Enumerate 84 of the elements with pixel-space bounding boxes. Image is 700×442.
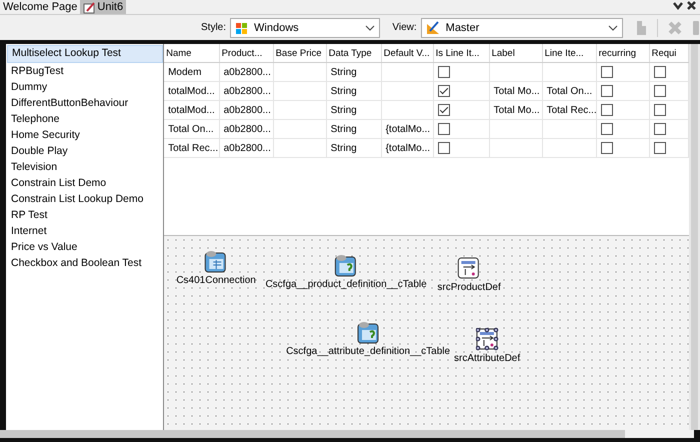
column-header[interactable]: Is Line It... <box>433 44 490 62</box>
caret-icon <box>608 24 618 30</box>
table-cell: Total On... <box>164 120 220 138</box>
table-cell: a0b2800... <box>219 82 274 100</box>
checkbox[interactable] <box>600 123 613 135</box>
view-label: View: <box>392 22 417 33</box>
table-cell: totalMod... <box>164 82 220 100</box>
checkbox[interactable] <box>600 142 613 154</box>
pencil-ruler-icon <box>426 20 440 34</box>
view-dropdown[interactable]: Master <box>420 18 623 38</box>
list-item[interactable]: Constrain List Demo <box>7 175 164 191</box>
component-label: Cs401Connection <box>176 275 256 286</box>
list-item[interactable]: Double Play <box>7 143 164 159</box>
data-source-icon[interactable] <box>458 257 481 280</box>
checkbox[interactable] <box>654 142 666 154</box>
checkbox[interactable] <box>654 85 666 97</box>
list-item[interactable]: Telephone <box>7 111 164 127</box>
table-cell: {totalMo... <box>381 138 434 158</box>
list-item[interactable]: Checkbox and Boolean Test <box>7 255 164 271</box>
list-item[interactable]: RPBugTest <box>7 63 164 79</box>
list-item[interactable]: Home Security <box>7 127 164 143</box>
table-cell: String <box>326 62 382 82</box>
checkbox[interactable] <box>438 142 450 154</box>
checkbox[interactable] <box>600 66 613 78</box>
page-icon <box>636 20 647 36</box>
column-header[interactable]: Label <box>489 44 542 62</box>
component-label: srcAttributeDef <box>454 353 520 364</box>
bar-icon <box>692 20 700 36</box>
list-item[interactable]: Television <box>7 159 164 175</box>
table-cell: a0b2800... <box>219 120 274 138</box>
pencil-page-icon <box>83 0 96 14</box>
close-icon <box>687 1 696 10</box>
component-label: Cscfga__attribute_definition__cTable <box>286 346 450 357</box>
checkbox[interactable] <box>654 123 666 135</box>
style-dropdown[interactable]: Windows <box>230 18 380 38</box>
style-label: Style: <box>201 22 226 33</box>
table-cell: Total Mo... <box>489 82 542 100</box>
list-item[interactable]: Internet <box>7 223 164 239</box>
table-cell: String <box>326 120 382 138</box>
delete-icon <box>668 20 682 34</box>
checkbox[interactable] <box>600 104 613 116</box>
table-cell: String <box>326 82 382 100</box>
data-table-icon[interactable] <box>334 254 358 277</box>
table-cell: totalMod... <box>164 100 220 120</box>
connection-icon[interactable] <box>204 250 228 273</box>
column-header[interactable]: Base Price <box>273 44 326 62</box>
checkbox[interactable] <box>438 123 450 135</box>
table-cell: Modem <box>164 62 220 82</box>
checkbox[interactable] <box>654 104 666 116</box>
column-header[interactable]: Line Ite... <box>542 44 596 62</box>
component-label: srcProductDef <box>437 282 501 293</box>
column-header[interactable]: Name <box>164 44 220 62</box>
tab[interactable]: Unit6 <box>80 0 126 14</box>
data-table-icon[interactable] <box>356 321 380 344</box>
table-cell: a0b2800... <box>219 100 274 120</box>
column-header[interactable]: Requi <box>649 44 688 62</box>
list-item[interactable]: Price vs Value <box>7 239 164 255</box>
column-header[interactable]: Default V... <box>381 44 434 62</box>
data-source-icon[interactable] <box>476 328 499 351</box>
list-item[interactable]: Multiselect Lookup Test <box>7 45 164 63</box>
checkbox[interactable] <box>438 104 450 116</box>
column-header[interactable]: Data Type <box>326 44 382 62</box>
component-label: Cscfga__product_definition__cTable <box>265 279 427 290</box>
table-cell: Total Mo... <box>489 100 542 120</box>
table-cell: {totalMo... <box>381 120 434 138</box>
table-cell: a0b2800... <box>219 62 274 82</box>
list-item[interactable]: Dummy <box>7 79 164 95</box>
column-header[interactable]: recurring <box>596 44 650 62</box>
column-header[interactable]: Product... <box>219 44 274 62</box>
windows-flag-icon <box>235 20 248 34</box>
list-item[interactable]: DifferentButtonBehaviour <box>7 95 164 111</box>
list-item[interactable]: Constrain List Lookup Demo <box>7 191 164 207</box>
table-cell: Total On... <box>542 82 596 100</box>
table-cell: Total Rec... <box>164 138 220 158</box>
caret-icon <box>365 24 376 30</box>
checkbox[interactable] <box>438 66 450 78</box>
checkbox[interactable] <box>438 85 450 97</box>
table-cell: a0b2800... <box>219 138 274 158</box>
checkbox[interactable] <box>654 66 666 78</box>
table-cell: String <box>326 100 382 120</box>
chevron-down-icon <box>673 1 683 10</box>
checkbox[interactable] <box>600 85 613 97</box>
list-item[interactable]: RP Test <box>7 207 164 223</box>
table-cell: String <box>326 138 382 158</box>
